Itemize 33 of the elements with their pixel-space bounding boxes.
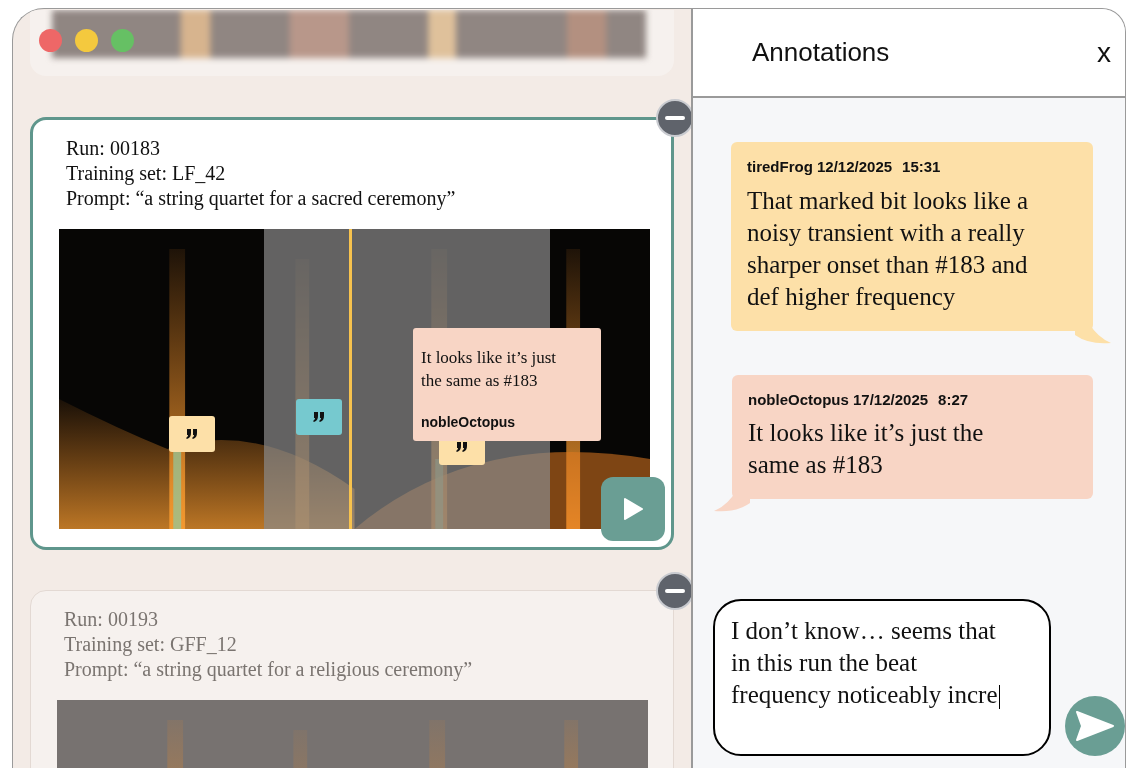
play-icon — [623, 498, 643, 520]
run-card[interactable]: Run: 00193 Training set: GFF_12 Prompt: “a string quartet for a religious ceremony” — [30, 590, 674, 768]
quote-icon — [185, 429, 199, 439]
panel-title: Annotations — [752, 36, 890, 69]
run-number: Run: 00193 — [64, 607, 159, 632]
play-button[interactable] — [601, 477, 665, 541]
comment-time: 15:31 — [902, 157, 941, 177]
run-card[interactable]: Run: 00183 Training set: LF_42 Prompt: “a string quartet for a sacred ceremony” It looks like it’s just the same as #183 nobleOctopus — [30, 117, 674, 550]
message-input[interactable]: I don’t know… seems that in this run the beat frequency noticeably incre — [713, 599, 1051, 756]
comment-author-date: nobleOctopus 17/12/2025 — [748, 389, 929, 410]
minus-icon — [665, 116, 685, 120]
comment-marker[interactable] — [169, 416, 215, 452]
send-icon — [1076, 711, 1114, 741]
popup-text: It looks like it’s just the same as #183 — [421, 347, 558, 392]
send-button[interactable] — [1065, 696, 1125, 756]
window-control[interactable] — [39, 29, 62, 52]
run-number: Run: 00183 — [66, 136, 161, 161]
close-button[interactable]: x — [1095, 38, 1113, 67]
collapse-button[interactable] — [656, 572, 691, 610]
collapse-button[interactable] — [656, 99, 691, 137]
comment-marker[interactable] — [296, 399, 342, 435]
comment-text: That marked bit looks like a noisy transient with a really sharper onset than #183 and def higher frequency — [747, 185, 1030, 312]
quote-icon — [312, 412, 326, 422]
comment-time: 8:27 — [938, 389, 969, 410]
prompt-text: Prompt: “a string quartet for a religious ceremony” — [64, 657, 474, 682]
comment-author-date: tiredFrog 12/12/2025 — [747, 157, 893, 177]
prompt-text: Prompt: “a string quartet for a sacred ceremony” — [66, 186, 457, 211]
comment-text: It looks like it’s just the same as #183 — [748, 418, 985, 480]
popup-author: nobleOctopus — [421, 413, 517, 432]
quote-icon — [455, 442, 469, 452]
minus-icon — [665, 589, 685, 593]
training-set: Training set: LF_42 — [66, 161, 227, 186]
training-set: Training set: GFF_12 — [64, 632, 238, 657]
